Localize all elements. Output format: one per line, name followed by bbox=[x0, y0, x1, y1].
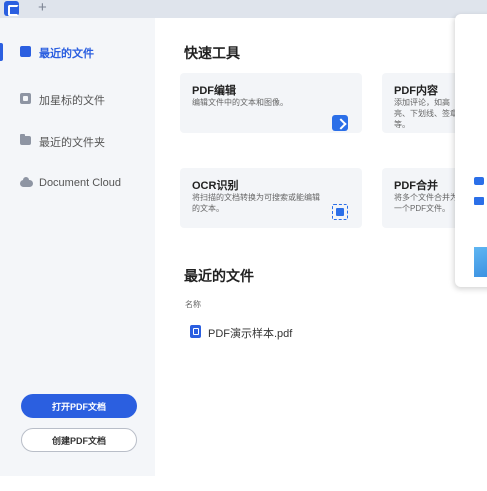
column-header-name[interactable]: 名称 bbox=[185, 299, 201, 310]
sidebar-item-document-cloud[interactable]: Document Cloud bbox=[0, 169, 155, 199]
tool-card-description: 添加评论，如高亮、下划线、签章等。 bbox=[394, 98, 458, 129]
tool-card-description: 将扫描的文档转换为可搜索或能编辑的文本。 bbox=[192, 193, 320, 213]
tool-card-description: 编辑文件中的文本和图像。 bbox=[192, 98, 288, 107]
ocr-scan-icon bbox=[332, 204, 348, 220]
tool-card-pdf-edit[interactable]: PDF编辑 编辑文件中的文本和图像。 bbox=[180, 73, 362, 133]
tool-card-title: PDF合并 bbox=[394, 180, 438, 192]
pdf-edit-icon bbox=[332, 115, 348, 131]
promo-image bbox=[474, 247, 487, 277]
folder-icon bbox=[20, 134, 31, 145]
sidebar-item-label: 加星标的文件 bbox=[39, 95, 105, 107]
quick-tools-title: 快速工具 bbox=[184, 45, 240, 61]
sidebar-item-label: 最近的文件夹 bbox=[39, 137, 105, 149]
sidebar: 最近的文件 加星标的文件 最近的文件夹 Document Cloud 打开PDF… bbox=[0, 18, 155, 476]
sidebar-item-starred-files[interactable]: 加星标的文件 bbox=[0, 84, 155, 114]
tool-card-title: OCR识别 bbox=[192, 180, 239, 192]
active-indicator bbox=[0, 43, 3, 61]
cloud-icon bbox=[20, 177, 33, 187]
pdf-file-icon bbox=[190, 325, 201, 338]
recent-files-title: 最近的文件 bbox=[184, 268, 254, 284]
tab-bar: + bbox=[0, 0, 487, 18]
monitor-icon[interactable] bbox=[474, 197, 484, 205]
tool-card-title: PDF内容 bbox=[394, 85, 438, 97]
app-logo-icon[interactable] bbox=[4, 1, 19, 16]
sidebar-item-label: 最近的文件 bbox=[39, 48, 94, 60]
new-tab-button[interactable]: + bbox=[38, 0, 47, 17]
open-pdf-button[interactable]: 打开PDF文档 bbox=[21, 394, 137, 418]
create-pdf-button[interactable]: 创建PDF文档 bbox=[21, 428, 137, 452]
sidebar-item-recent-files[interactable]: 最近的文件 bbox=[0, 37, 155, 67]
starred-files-icon bbox=[20, 93, 31, 104]
recent-files-icon bbox=[20, 46, 31, 57]
tool-card-description: 将多个文件合并为一个PDF文件。 bbox=[394, 193, 458, 213]
folder-icon[interactable] bbox=[474, 177, 484, 185]
main-content: 快速工具 PDF编辑 编辑文件中的文本和图像。 PDF内容 添加评论，如高亮、下… bbox=[155, 18, 487, 491]
tool-card-ocr[interactable]: OCR识别 将扫描的文档转换为可搜索或能编辑的文本。 bbox=[180, 168, 362, 228]
sidebar-item-label: Document Cloud bbox=[39, 177, 121, 189]
file-name: PDF演示样本.pdf bbox=[208, 328, 293, 340]
tool-card-title: PDF编辑 bbox=[192, 85, 236, 97]
file-row[interactable]: PDF演示样本.pdf bbox=[185, 321, 385, 341]
sidebar-item-recent-folders[interactable]: 最近的文件夹 bbox=[0, 126, 155, 156]
side-popup-panel: 退出 bbox=[455, 14, 487, 287]
